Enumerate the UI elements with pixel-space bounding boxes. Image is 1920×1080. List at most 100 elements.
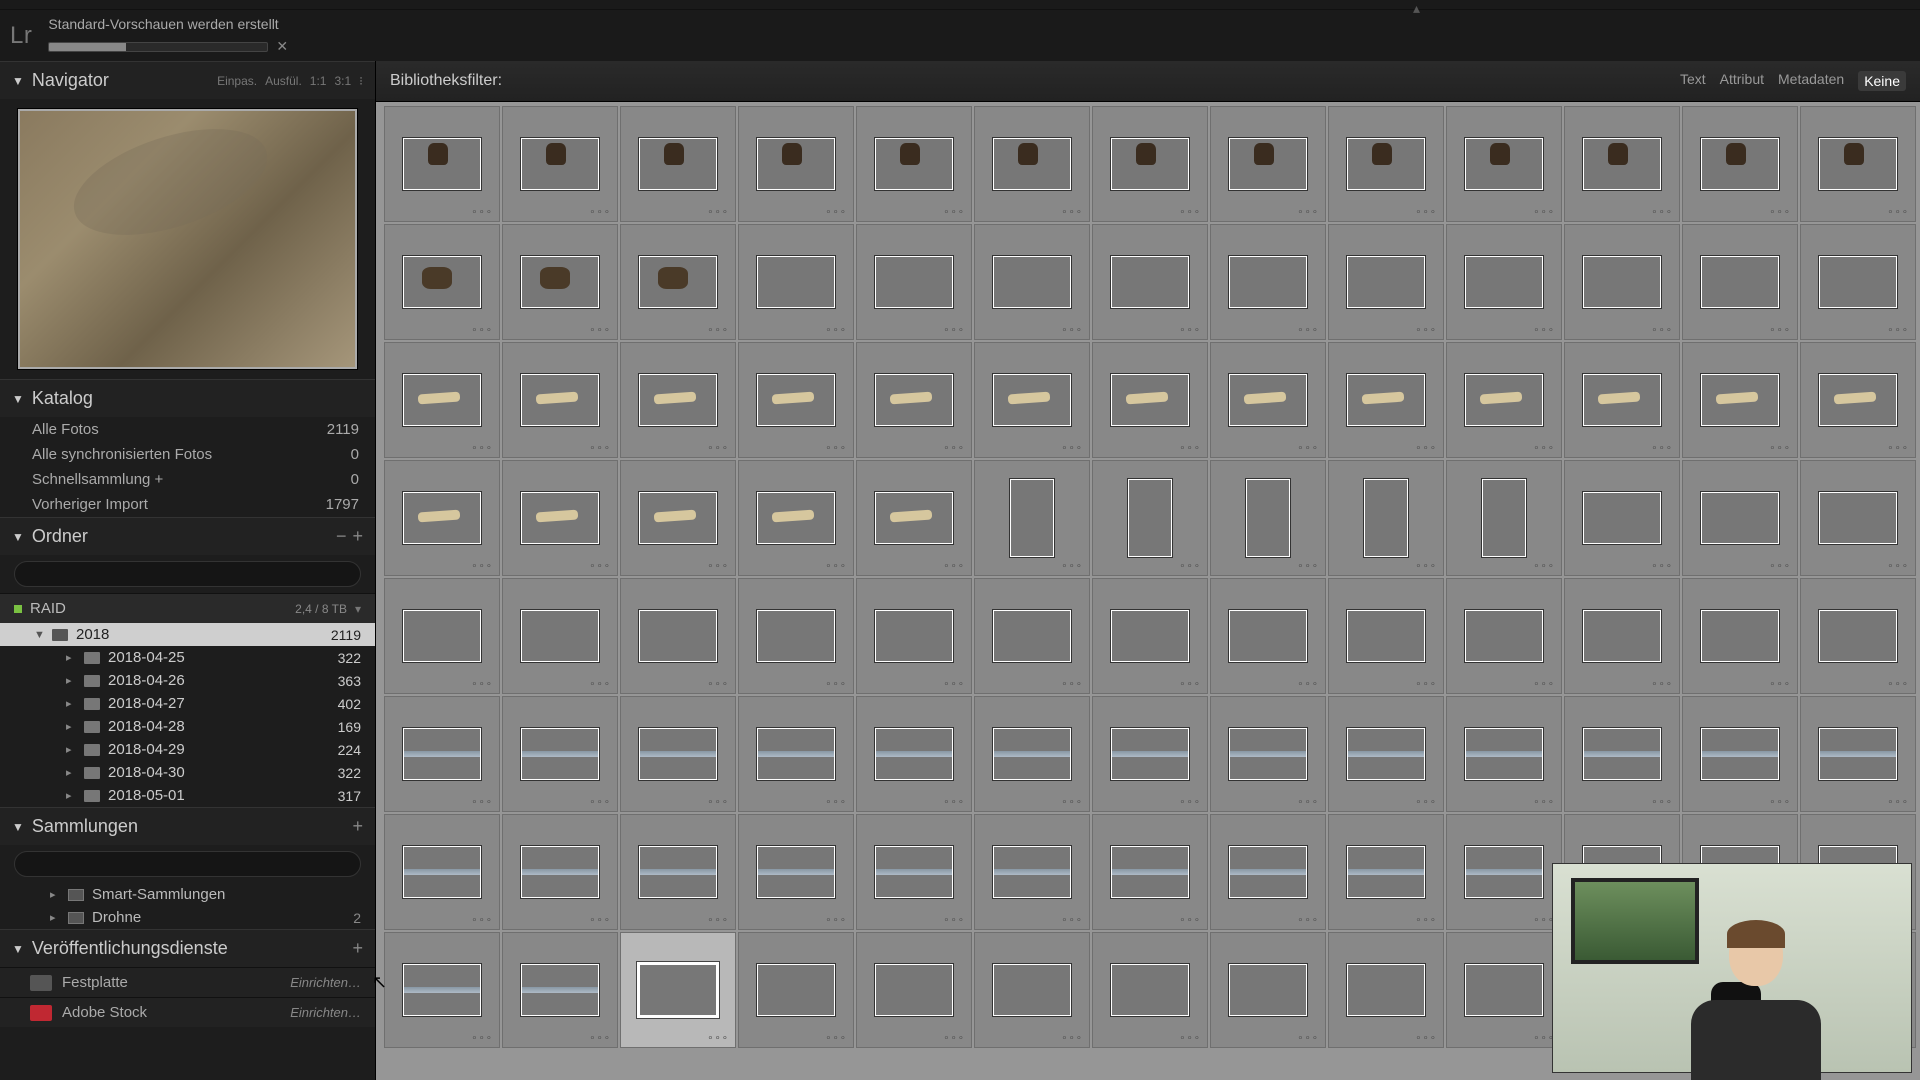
disclosure-icon[interactable]: ▼ (12, 820, 24, 834)
thumbnail-cell[interactable]: ∘∘∘ (856, 578, 972, 694)
thumbnail-cell[interactable]: ∘∘∘ (738, 814, 854, 930)
disclosure-icon[interactable]: ▸ (50, 911, 64, 924)
thumbnail-cell[interactable]: ∘∘∘ (1328, 106, 1444, 222)
remove-folder-button[interactable]: − (336, 526, 347, 547)
collapse-arrow-icon[interactable]: ▴ (1413, 0, 1420, 17)
folder-date[interactable]: ▸2018-04-26363 (0, 669, 375, 692)
thumbnail-cell[interactable]: ∘∘∘ (1800, 460, 1916, 576)
thumbnail-cell[interactable]: ∘∘∘ (856, 106, 972, 222)
add-collection-button[interactable]: + (352, 816, 363, 837)
thumbnail-cell[interactable]: ∘∘∘ (856, 224, 972, 340)
thumbnail-cell[interactable]: ∘∘∘ (1210, 814, 1326, 930)
folder-year[interactable]: ▼ 2018 2119 (0, 623, 375, 646)
thumbnail-cell[interactable]: ∘∘∘ (1092, 578, 1208, 694)
nav-opt-fit[interactable]: Einpas. (217, 74, 257, 88)
thumbnail-cell[interactable]: ∘∘∘ (738, 224, 854, 340)
thumbnail-cell[interactable]: ∘∘∘ (974, 696, 1090, 812)
thumbnail-cell[interactable]: ∘∘∘ (384, 696, 500, 812)
thumbnail-cell[interactable]: ∘∘∘ (1800, 106, 1916, 222)
disclosure-icon[interactable]: ▸ (66, 674, 80, 687)
thumbnail-cell[interactable]: ∘∘∘ (1564, 696, 1680, 812)
thumbnail-cell[interactable]: ∘∘∘ (974, 578, 1090, 694)
disclosure-icon[interactable]: ▸ (66, 743, 80, 756)
thumbnail-cell[interactable]: ∘∘∘ (1800, 696, 1916, 812)
thumbnail-cell[interactable]: ∘∘∘ (502, 460, 618, 576)
disclosure-icon[interactable]: ▼ (12, 530, 24, 544)
nav-opt-more[interactable]: ⁝ (359, 74, 363, 88)
disclosure-icon[interactable]: ▼ (12, 392, 24, 406)
thumbnail-cell[interactable]: ∘∘∘ (1682, 578, 1798, 694)
thumbnail-cell[interactable]: ∘∘∘ (1210, 224, 1326, 340)
thumbnail-cell[interactable]: ∘∘∘ (856, 932, 972, 1048)
thumbnail-cell[interactable]: ∘∘∘ (1446, 814, 1562, 930)
thumbnail-cell[interactable]: ∘∘∘ (620, 696, 736, 812)
thumbnail-cell[interactable]: ∘∘∘ (384, 224, 500, 340)
add-publish-button[interactable]: + (352, 938, 363, 959)
thumbnail-cell[interactable]: ∘∘∘ (1682, 460, 1798, 576)
chevron-down-icon[interactable]: ▾ (355, 602, 361, 616)
volume-row[interactable]: RAID 2,4 / 8 TB ▾ (0, 593, 375, 623)
nav-opt-fill[interactable]: Ausfül. (265, 74, 302, 88)
thumbnail-cell[interactable]: ∘∘∘ (620, 578, 736, 694)
disclosure-icon[interactable]: ▸ (66, 789, 80, 802)
thumbnail-cell[interactable]: ∘∘∘ (738, 696, 854, 812)
thumbnail-cell[interactable]: ∘∘∘ (1210, 460, 1326, 576)
nav-opt-1to1[interactable]: 1:1 (310, 74, 327, 88)
thumbnail-cell[interactable]: ∘∘∘ (1328, 814, 1444, 930)
thumbnail-cell[interactable]: ∘∘∘ (1564, 342, 1680, 458)
publish-setup-link[interactable]: Einrichten… (290, 1005, 361, 1020)
thumbnail-cell[interactable]: ∘∘∘ (1328, 696, 1444, 812)
thumbnail-cell[interactable]: ∘∘∘ (974, 814, 1090, 930)
thumbnail-cell[interactable]: ∘∘∘ (1446, 106, 1562, 222)
thumbnail-cell[interactable]: ∘∘∘ (856, 814, 972, 930)
publish-setup-link[interactable]: Einrichten… (290, 975, 361, 990)
thumbnail-cell[interactable]: ∘∘∘ (1446, 932, 1562, 1048)
folder-date[interactable]: ▸2018-04-27402 (0, 692, 375, 715)
thumbnail-cell[interactable]: ∘∘∘ (1328, 342, 1444, 458)
folder-date[interactable]: ▸2018-04-29224 (0, 738, 375, 761)
thumbnail-cell[interactable]: ∘∘∘ (1092, 696, 1208, 812)
thumbnail-cell[interactable]: ∘∘∘ (856, 460, 972, 576)
thumbnail-cell[interactable]: ∘∘∘ (1092, 342, 1208, 458)
thumbnail-cell[interactable]: ∘∘∘ (974, 106, 1090, 222)
disclosure-icon[interactable]: ▼ (12, 74, 24, 88)
collection-row[interactable]: ▸Smart-Sammlungen (0, 883, 375, 906)
thumbnail-cell[interactable]: ∘∘∘ (1800, 342, 1916, 458)
thumbnail-grid[interactable]: ∘∘∘∘∘∘∘∘∘∘∘∘∘∘∘∘∘∘∘∘∘∘∘∘∘∘∘∘∘∘∘∘∘∘∘∘∘∘∘∘… (376, 102, 1920, 1080)
catalog-row[interactable]: Schnellsammlung +0 (0, 467, 375, 492)
thumbnail-cell[interactable]: ∘∘∘ (974, 932, 1090, 1048)
catalog-row[interactable]: Alle synchronisierten Fotos0 (0, 442, 375, 467)
disclosure-icon[interactable]: ▼ (12, 942, 24, 956)
thumbnail-cell[interactable]: ∘∘∘ (1092, 460, 1208, 576)
thumbnail-cell[interactable]: ∘∘∘ (1092, 224, 1208, 340)
thumbnail-cell[interactable]: ∘∘∘ (1564, 224, 1680, 340)
thumbnail-cell[interactable]: ∘∘∘ (502, 224, 618, 340)
disclosure-icon[interactable]: ▸ (50, 888, 64, 901)
thumbnail-cell[interactable]: ∘∘∘ (974, 460, 1090, 576)
thumbnail-cell[interactable]: ∘∘∘ (738, 932, 854, 1048)
navigator-preview[interactable] (0, 99, 375, 379)
thumbnail-cell[interactable]: ∘∘∘ (738, 106, 854, 222)
catalog-header[interactable]: ▼ Katalog (0, 379, 375, 417)
progress-cancel-icon[interactable]: ✕ (276, 38, 288, 55)
thumbnail-cell[interactable]: ∘∘∘ (1092, 106, 1208, 222)
thumbnail-cell[interactable]: ∘∘∘ (1564, 578, 1680, 694)
disclosure-icon[interactable]: ▸ (66, 720, 80, 733)
thumbnail-cell[interactable]: ∘∘∘ (384, 106, 500, 222)
thumbnail-cell[interactable]: ∘∘∘ (1446, 342, 1562, 458)
nav-opt-3to1[interactable]: 3:1 (334, 74, 351, 88)
filter-attribute[interactable]: Attribut (1720, 71, 1764, 91)
thumbnail-cell[interactable]: ∘∘∘ (1092, 932, 1208, 1048)
folder-date[interactable]: ▸2018-04-30322 (0, 761, 375, 784)
catalog-row[interactable]: Vorheriger Import1797 (0, 492, 375, 517)
thumbnail-cell[interactable]: ∘∘∘ (738, 342, 854, 458)
catalog-row[interactable]: Alle Fotos2119 (0, 417, 375, 442)
thumbnail-cell[interactable]: ∘∘∘ (384, 342, 500, 458)
thumbnail-cell[interactable]: ∘∘∘ (502, 814, 618, 930)
thumbnail-cell[interactable]: ∘∘∘ (502, 696, 618, 812)
thumbnail-cell[interactable]: ∘∘∘ (1446, 696, 1562, 812)
filter-metadata[interactable]: Metadaten (1778, 71, 1844, 91)
folder-date[interactable]: ▸2018-04-28169 (0, 715, 375, 738)
disclosure-icon[interactable]: ▸ (66, 651, 80, 664)
navigator-header[interactable]: ▼ Navigator Einpas. Ausfül. 1:1 3:1 ⁝ (0, 61, 375, 99)
